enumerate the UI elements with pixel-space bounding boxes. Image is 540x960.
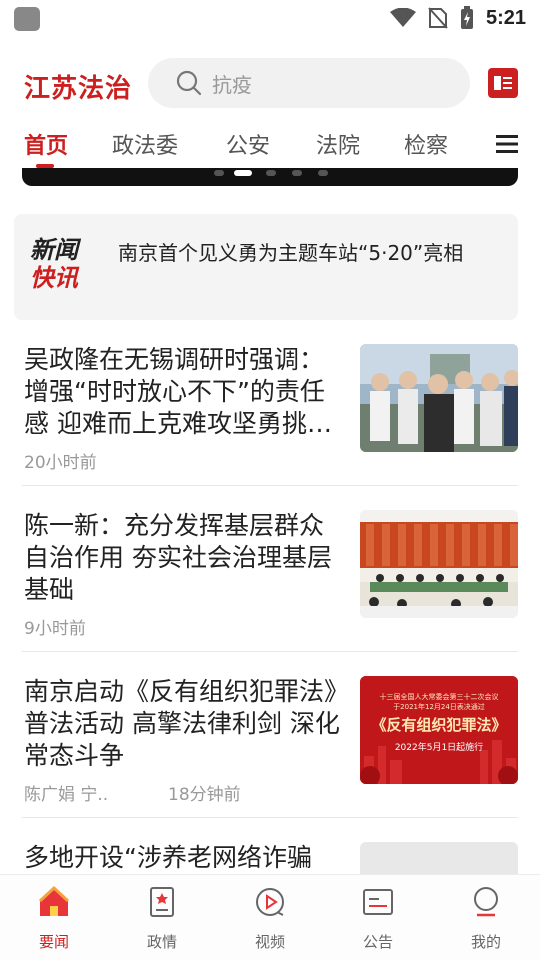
nav-item-headlines[interactable]: 要闻 [14, 885, 94, 952]
article-time: 9小时前 [24, 619, 86, 639]
status-time: 5:21 [485, 6, 526, 29]
menu-icon[interactable] [496, 134, 518, 154]
article-title: 吴政隆在无锡调研时强调：增强“时时放心不下”的责任感 迎难而上克难攻坚勇挑… [24, 345, 332, 438]
thumb-caption-line1: 十三届全国人大常委会第三十二次会议 [379, 693, 499, 701]
battery-charging-icon [460, 6, 473, 29]
newspaper-icon [494, 76, 512, 90]
carousel-dot [318, 170, 328, 176]
article-title: 陈一新：充分发挥基层群众自治作用 夯实社会治理基层基础 [24, 511, 332, 604]
no-sim-icon [428, 7, 448, 29]
search-bar[interactable]: 抗疫 [148, 58, 470, 108]
article-title: 南京启动《反有组织犯罪法》普法活动 高擎法律利剑 深化常态斗争 [24, 677, 340, 770]
status-icons: 5:21 [389, 6, 526, 30]
article-time: 18分钟前 [168, 785, 241, 805]
carousel-dot-active [234, 170, 252, 176]
banner-carousel[interactable] [22, 168, 518, 186]
home-icon [38, 885, 70, 916]
news-flash-logo-line2: 快讯 [30, 263, 78, 292]
document-star-icon [150, 887, 174, 917]
wifi-icon [389, 8, 416, 27]
article-author: 陈广娟 宁.. [24, 785, 109, 805]
divider [22, 485, 518, 486]
article-item[interactable]: 南京启动《反有组织犯罪法》普法活动 高擎法律利剑 深化常态斗争 陈广娟 宁.. … [22, 676, 518, 816]
nav-item-video[interactable]: 视频 [230, 885, 310, 952]
nav-label: 政情 [146, 933, 177, 951]
thumb-caption-line2: 于2021年12月24日表决通过 [393, 703, 485, 711]
article-thumbnail: 十三届全国人大常委会第三十二次会议 于2021年12月24日表决通过 《反有组织… [360, 676, 518, 784]
tab-politics-law[interactable]: 政法委 [112, 128, 178, 160]
divider [22, 817, 518, 818]
search-icon [176, 70, 202, 96]
carousel-dot [292, 170, 302, 176]
nav-item-politics[interactable]: 政情 [122, 885, 202, 952]
nav-label: 要闻 [38, 933, 69, 951]
article-thumbnail [360, 510, 518, 618]
category-tabs: 首页 政法委 公安 法院 检察 [0, 120, 540, 170]
app-logo: 江苏法治 [24, 74, 133, 104]
nav-label: 公告 [362, 933, 393, 951]
carousel-dot [266, 170, 276, 176]
search-placeholder: 抗疫 [212, 72, 252, 97]
nav-item-notices[interactable]: 公告 [338, 885, 418, 952]
news-flash-logo-line1: 新闻 [30, 235, 78, 264]
nav-label: 视频 [254, 933, 285, 951]
app-header: 江苏法治 抗疫 [0, 56, 540, 112]
app-notification-icon [14, 7, 40, 31]
article-thumbnail [360, 344, 518, 452]
news-flash-text: 南京首个见义勇为主题车站“5·20”亮相 [118, 241, 464, 265]
carousel-dot [214, 170, 224, 176]
profile-icon [474, 887, 498, 917]
newspaper-button[interactable] [488, 68, 518, 98]
thumb-law-title: 《反有组织犯罪法》 [371, 716, 507, 734]
status-bar: 5:21 [0, 0, 540, 36]
bottom-navigation: 要闻 政情 视频 公告 我的 [0, 874, 540, 960]
tab-court[interactable]: 法院 [316, 128, 360, 160]
news-flash-logo: 新闻 快讯 [30, 236, 78, 292]
nav-item-profile[interactable]: 我的 [446, 885, 526, 952]
news-flash[interactable]: 新闻 快讯 南京首个见义勇为主题车站“5·20”亮相 [14, 214, 518, 320]
tab-police[interactable]: 公安 [226, 128, 270, 160]
divider [22, 651, 518, 652]
tab-procuratorate[interactable]: 检察 [404, 128, 448, 160]
thumb-effective-date: 2022年5月1日起施行 [394, 743, 484, 753]
article-time: 20小时前 [24, 453, 97, 473]
video-play-icon [256, 888, 284, 916]
tab-home[interactable]: 首页 [24, 128, 68, 160]
notice-icon [363, 889, 393, 915]
nav-label: 我的 [470, 933, 501, 951]
article-item[interactable]: 吴政隆在无锡调研时强调：增强“时时放心不下”的责任感 迎难而上克难攻坚勇挑… 2… [22, 344, 518, 484]
article-item[interactable]: 陈一新：充分发挥基层群众自治作用 夯实社会治理基层基础 9小时前 [22, 510, 518, 650]
article-title: 多地开设“涉养老网络诈骗 [24, 843, 312, 872]
